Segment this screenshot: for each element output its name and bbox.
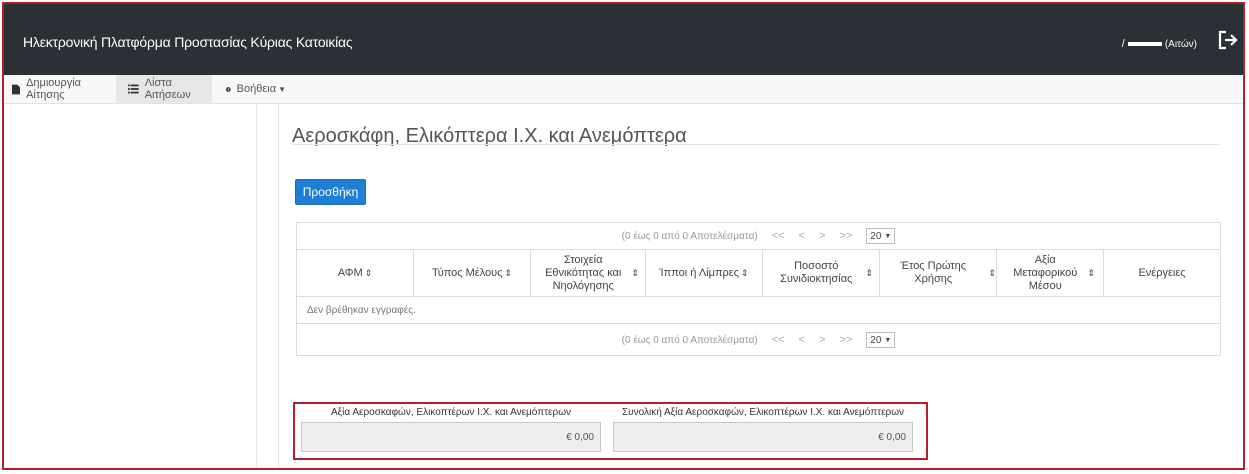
- top-header: Ηλεκτρονική Πλατφόρμα Προστασίας Κύριας …: [4, 4, 1243, 75]
- totals-box: Αξία Αεροσκαφών, Ελικοπτέρων Ι.Χ. και Αν…: [293, 402, 928, 460]
- column-header-label: Έτος Πρώτης Χρήσης: [900, 260, 967, 285]
- prev-page-button[interactable]: <: [799, 230, 805, 242]
- column-header-nationality-registration[interactable]: Στοιχεία Εθνικότητας και Νηολόγησης ⇕: [531, 250, 646, 296]
- column-header-vehicle-value[interactable]: Αξία Μεταφορικού Μέσου ⇕: [997, 250, 1104, 296]
- nav-create-application-label: Δημιουργία Αίτησης: [26, 77, 82, 101]
- total-aircraft-value-field[interactable]: [613, 422, 913, 452]
- sort-icon: ⇕: [504, 267, 513, 278]
- question-circle-icon: ?: [226, 86, 231, 92]
- column-header-label: Αξία Μεταφορικού Μέσου: [1013, 253, 1078, 292]
- total-aircraft-value-label: Συνολική Αξία Αεροσκαφών, Ελικοπτέρων Ι.…: [621, 407, 905, 418]
- last-page-button[interactable]: >>: [839, 334, 852, 346]
- sort-icon: ⇕: [741, 267, 749, 278]
- column-header-first-use-year[interactable]: Έτος Πρώτης Χρήσης ⇕: [880, 250, 997, 296]
- aircraft-table: (0 έως 0 από 0 Αποτελέσματα) << < > >> 2…: [296, 222, 1221, 356]
- aircraft-value-field[interactable]: [301, 422, 601, 452]
- prev-page-button[interactable]: <: [799, 334, 805, 346]
- add-button[interactable]: Προσθήκη: [295, 179, 366, 205]
- column-header-label: Ενέργειες: [1138, 266, 1186, 279]
- logout-icon[interactable]: [1217, 29, 1239, 51]
- user-slash: /: [1121, 38, 1125, 50]
- nav-applications-list[interactable]: Λίστα Αιτήσεων: [116, 75, 212, 103]
- page-size-select[interactable]: 20 ▼: [866, 332, 896, 348]
- list-icon: [128, 84, 139, 94]
- sort-icon: ⇕: [865, 267, 873, 278]
- column-header-co-ownership[interactable]: Ποσοστό Συνιδιοκτησίας ⇕: [763, 250, 880, 296]
- left-side-panel: [8, 104, 257, 468]
- page-size-select[interactable]: 20 ▼: [866, 228, 896, 244]
- sort-icon: ⇕: [631, 267, 639, 278]
- svg-text:?: ?: [227, 87, 229, 91]
- file-icon: [12, 84, 21, 94]
- application-frame: Ηλεκτρονική Πλατφόρμα Προστασίας Κύριας …: [2, 2, 1245, 470]
- column-header-horsepower[interactable]: Ίπποι ή Λίμπρες ⇕: [646, 250, 763, 296]
- paginator-summary: (0 έως 0 από 0 Αποτελέσματα): [621, 230, 758, 242]
- caret-down-icon: ▼: [884, 336, 892, 344]
- column-header-label: ΑΦΜ: [337, 266, 363, 279]
- last-page-button[interactable]: >>: [839, 230, 852, 242]
- column-header-label: Ποσοστό Συνιδιοκτησίας: [780, 260, 853, 285]
- nav-applications-list-label: Λίστα Αιτήσεων: [144, 77, 191, 101]
- table-header-row: ΑΦΜ ⇕ Τύπος Μέλους ⇕ Στοιχεία Εθνικότητας …: [297, 250, 1220, 296]
- nav-help-dropdown[interactable]: ? Βοήθεια ▼: [226, 75, 286, 103]
- caret-down-icon: ▼: [884, 232, 892, 240]
- aircraft-value-label: Αξία Αεροσκαφών, Ελικοπτέρων Ι.Χ. και Αν…: [330, 407, 572, 418]
- column-header-actions: Ενέργειες: [1104, 250, 1220, 296]
- first-page-button[interactable]: <<: [772, 230, 785, 242]
- next-page-button[interactable]: >: [819, 230, 825, 242]
- row-divider: [297, 323, 1220, 324]
- caret-down-icon: ▼: [278, 84, 286, 94]
- page-size-value: 20: [870, 334, 882, 346]
- sort-icon: ⇕: [1087, 267, 1095, 278]
- column-header-label: Τύπος Μέλους: [431, 266, 503, 279]
- navbar: Δημιουργία Αίτησης Λίστα Αιτήσεων ? Βοήθ…: [4, 75, 1243, 104]
- paginator-bottom: (0 έως 0 από 0 Αποτελέσματα) << < > >> 2…: [297, 327, 1220, 353]
- column-header-label: Ίπποι ή Λίμπρες: [659, 266, 740, 279]
- column-header-afm[interactable]: ΑΦΜ ⇕: [297, 250, 414, 296]
- app-title[interactable]: Ηλεκτρονική Πλατφόρμα Προστασίας Κύριας …: [23, 34, 353, 50]
- user-role: (Αιτών): [1164, 38, 1197, 50]
- next-page-button[interactable]: >: [819, 334, 825, 346]
- first-page-button[interactable]: <<: [772, 334, 785, 346]
- redacted-username: [1127, 42, 1162, 46]
- page-size-value: 20: [870, 230, 882, 242]
- sort-icon: ⇕: [988, 267, 996, 278]
- sort-icon: ⇕: [364, 267, 373, 278]
- column-header-member-type[interactable]: Τύπος Μέλους ⇕: [414, 250, 531, 296]
- paginator-top: (0 έως 0 από 0 Αποτελέσματα) << < > >> 2…: [297, 223, 1220, 249]
- empty-message-row: Δεν βρέθηκαν εγγραφές.: [307, 304, 416, 316]
- aircraft-section-panel: Αεροσκάφη, Ελικόπτερα Ι.Χ. και Ανεμόπτερ…: [278, 104, 1236, 468]
- nav-create-application[interactable]: Δημιουργία Αίτησης: [12, 75, 112, 103]
- paginator-summary: (0 έως 0 από 0 Αποτελέσματα): [621, 334, 758, 346]
- nav-help-label: Βοήθεια: [236, 83, 277, 95]
- user-info: / (Αιτών): [1122, 38, 1197, 50]
- title-divider: [292, 144, 1220, 145]
- column-header-label: Στοιχεία Εθνικότητας και Νηολόγησης: [545, 253, 622, 292]
